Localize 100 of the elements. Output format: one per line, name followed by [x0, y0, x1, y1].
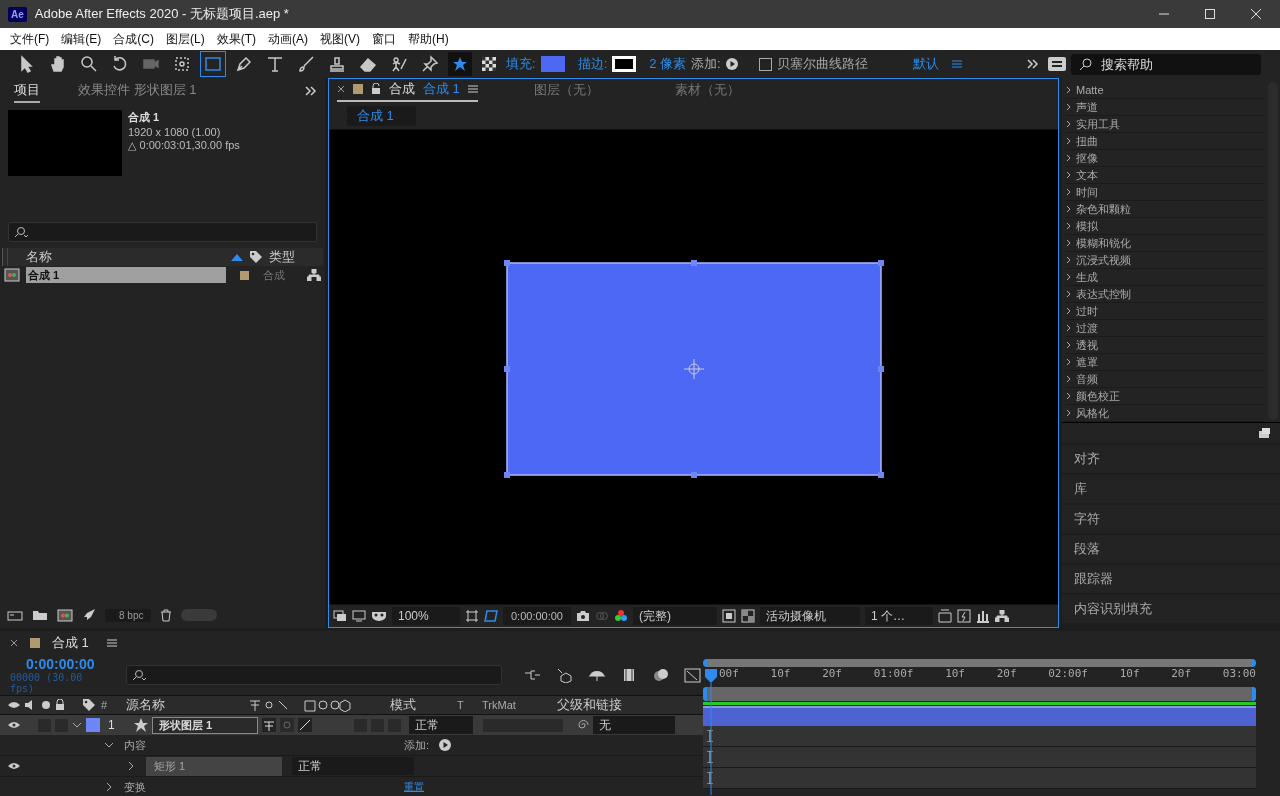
swap-icon[interactable] — [1047, 57, 1066, 71]
rectangle-tool-icon[interactable] — [200, 51, 226, 77]
composition-flowchart-icon[interactable] — [524, 668, 542, 682]
tag-icon[interactable] — [82, 698, 96, 712]
timeline-icon[interactable] — [976, 609, 990, 623]
fast-preview-icon[interactable] — [957, 609, 971, 623]
grid-icon[interactable] — [465, 609, 479, 623]
camera-dropdown[interactable]: 活动摄像机 — [760, 607, 860, 625]
chevron-icon[interactable] — [72, 721, 82, 729]
shy-icon[interactable] — [588, 668, 606, 682]
toggle-view-icon[interactable] — [938, 609, 952, 623]
region-icon[interactable] — [722, 609, 736, 623]
shy-switch[interactable] — [262, 718, 276, 732]
column-header[interactable]: # — [101, 699, 121, 711]
search-icon[interactable] — [1078, 57, 1093, 71]
chevron-icon[interactable] — [1066, 341, 1072, 349]
chevrons-icon[interactable] — [305, 86, 317, 96]
parent-dropdown[interactable]: 无 — [593, 716, 675, 734]
effect-category[interactable]: 杂色和颗粒 — [1076, 201, 1131, 217]
effect-category[interactable]: 模糊和锐化 — [1076, 235, 1131, 251]
lock-icon[interactable] — [371, 83, 381, 95]
current-time-display[interactable]: 0:00:00:00 — [10, 656, 112, 672]
effect-category[interactable]: 表达式控制 — [1076, 286, 1131, 302]
motion-blur-icon[interactable] — [652, 667, 670, 683]
flowchart-icon[interactable] — [307, 269, 321, 281]
project-item[interactable]: 合成 1 — [26, 267, 226, 283]
mask-icon[interactable] — [371, 610, 387, 622]
view-layout-dropdown[interactable]: 1 个… — [865, 607, 933, 625]
effect-category[interactable]: 模拟 — [1076, 218, 1098, 234]
graph-editor-icon[interactable] — [684, 667, 702, 683]
workspace-tab[interactable]: 默认 — [912, 55, 939, 73]
column-header[interactable]: 类型 — [269, 248, 319, 266]
menu-item[interactable]: 合成(C) — [107, 30, 160, 48]
quality-switch[interactable] — [298, 718, 312, 732]
chevrons-icon[interactable] — [1026, 59, 1039, 69]
effect-category[interactable]: 生成 — [1076, 269, 1098, 285]
search-icon[interactable] — [131, 669, 147, 681]
collapsed-panel[interactable]: 内容识别填充 — [1062, 595, 1280, 625]
checkerboard-icon[interactable] — [741, 609, 755, 623]
column-header[interactable]: T — [457, 699, 477, 711]
menu-icon[interactable] — [106, 638, 117, 648]
eye-icon[interactable] — [8, 701, 20, 709]
column-header[interactable]: 源名称 — [126, 696, 244, 714]
menu-item[interactable]: 图层(L) — [160, 30, 211, 48]
zoom-dropdown[interactable]: 100% — [392, 607, 460, 625]
effect-category[interactable]: 风格化 — [1076, 405, 1109, 421]
lock-icon[interactable] — [55, 699, 65, 711]
breadcrumb-tab[interactable]: 合成 1 — [347, 106, 416, 126]
interpret-footage-icon[interactable] — [7, 609, 23, 621]
menu-item[interactable]: 文件(F) — [4, 30, 56, 48]
menu-item[interactable]: 窗口 — [366, 30, 402, 48]
chevron-icon[interactable] — [1066, 409, 1072, 417]
menu-icon[interactable] — [467, 84, 478, 94]
collapse-switch[interactable] — [280, 718, 294, 732]
chevron-icon[interactable] — [1066, 222, 1072, 230]
chevron-icon[interactable] — [1066, 205, 1072, 213]
column-header[interactable]: TrkMat — [482, 699, 552, 711]
chevron-icon[interactable] — [1066, 290, 1072, 298]
close-icon[interactable] — [337, 85, 345, 93]
maximize-icon[interactable] — [1204, 8, 1216, 20]
panel-tab[interactable]: 素材（无） — [654, 81, 760, 101]
help-search-field[interactable]: 搜索帮助 — [1070, 53, 1261, 75]
close-icon[interactable] — [10, 639, 18, 647]
collapsed-panel[interactable]: 字符 — [1062, 505, 1280, 535]
chevron-icon[interactable] — [1066, 392, 1072, 400]
selected-rectangle-shape[interactable] — [503, 260, 884, 478]
mask-outline-icon[interactable] — [484, 609, 498, 623]
menu-item[interactable]: 帮助(H) — [402, 30, 455, 48]
panel-tab[interactable]: 图层（无） — [513, 81, 619, 101]
menu-item[interactable]: 动画(A) — [262, 30, 314, 48]
bezier-checkbox[interactable] — [758, 57, 772, 71]
chevron-icon[interactable] — [1066, 154, 1072, 162]
resolution-dropdown[interactable]: (完整) — [633, 607, 717, 625]
fill-color-swatch[interactable] — [540, 56, 565, 72]
eye-icon[interactable] — [8, 762, 20, 770]
menu-item[interactable]: 编辑(E) — [55, 30, 108, 48]
eye-icon[interactable] — [8, 721, 20, 729]
search-icon[interactable] — [13, 226, 29, 238]
column-header[interactable]: 模式 — [390, 696, 452, 714]
stroke-width-value[interactable]: 2 像素 — [649, 55, 687, 73]
chevron-icon[interactable] — [1066, 358, 1072, 366]
effect-category[interactable]: 过时 — [1076, 303, 1098, 319]
chevron-icon[interactable] — [1066, 375, 1072, 383]
effect-category[interactable]: 抠像 — [1076, 150, 1098, 166]
column-header[interactable]: 父级和链接 — [557, 696, 622, 714]
label-swatch[interactable] — [86, 718, 100, 732]
chevron-icon[interactable] — [104, 783, 114, 791]
color-channels-icon[interactable] — [614, 609, 628, 623]
effect-category[interactable]: 扭曲 — [1076, 133, 1098, 149]
effect-category[interactable]: 文本 — [1076, 167, 1098, 183]
draft-3d-icon[interactable] — [556, 667, 574, 683]
panel-tab[interactable]: 效果控件 形状图层 1 — [78, 79, 197, 103]
playhead-icon[interactable] — [705, 669, 717, 795]
effect-category[interactable]: Matte — [1076, 84, 1104, 96]
property-name[interactable]: 变换 — [124, 779, 394, 795]
chevron-icon[interactable] — [1066, 188, 1072, 196]
chevron-icon[interactable] — [1066, 86, 1072, 94]
chevron-icon[interactable] — [1066, 103, 1072, 111]
menu-item[interactable]: 视图(V) — [314, 30, 366, 48]
bit-depth-button[interactable]: 8 bpc — [105, 608, 152, 622]
